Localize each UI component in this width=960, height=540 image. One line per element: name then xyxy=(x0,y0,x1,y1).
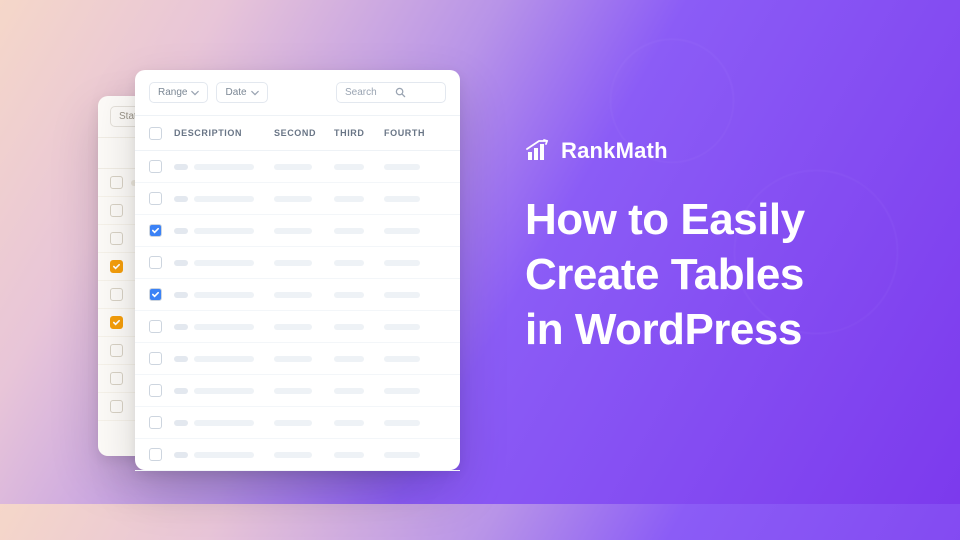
table-row[interactable] xyxy=(135,279,460,311)
table-row[interactable] xyxy=(135,215,460,247)
brand: RankMath xyxy=(525,138,805,164)
row-checkbox[interactable] xyxy=(149,256,162,269)
check-icon xyxy=(151,226,160,235)
row-checkbox[interactable] xyxy=(110,176,123,189)
row-checkbox[interactable] xyxy=(149,352,162,365)
headline-line: Create Tables xyxy=(525,247,805,302)
table-row[interactable] xyxy=(135,311,460,343)
chevron-down-icon xyxy=(251,89,259,97)
table-row[interactable] xyxy=(135,151,460,183)
data-table: DESCRIPTION SECOND THIRD FOURTH xyxy=(135,115,460,471)
row-checkbox[interactable] xyxy=(149,320,162,333)
row-checkbox-checked[interactable] xyxy=(149,224,162,237)
search-input[interactable]: Search xyxy=(336,82,446,103)
table-row[interactable] xyxy=(135,343,460,375)
date-filter-label: Date xyxy=(225,87,246,98)
brand-name: RankMath xyxy=(561,138,668,164)
row-checkbox[interactable] xyxy=(149,192,162,205)
headline: How to Easily Create Tables in WordPress xyxy=(525,192,805,357)
row-checkbox[interactable] xyxy=(110,372,123,385)
chevron-down-icon xyxy=(191,89,199,97)
check-icon xyxy=(112,262,121,271)
row-checkbox[interactable] xyxy=(149,160,162,173)
row-checkbox[interactable] xyxy=(149,416,162,429)
table-row[interactable] xyxy=(135,247,460,279)
select-all-checkbox[interactable] xyxy=(149,127,162,140)
row-checkbox[interactable] xyxy=(110,288,123,301)
search-icon xyxy=(395,87,406,98)
check-icon xyxy=(112,318,121,327)
row-checkbox[interactable] xyxy=(110,400,123,413)
row-checkbox[interactable] xyxy=(149,384,162,397)
row-checkbox-checked[interactable] xyxy=(149,288,162,301)
headline-line: in WordPress xyxy=(525,302,805,357)
row-checkbox[interactable] xyxy=(110,204,123,217)
rankmath-logo-icon xyxy=(525,138,551,164)
check-icon xyxy=(151,290,160,299)
column-header[interactable]: THIRD xyxy=(322,116,372,150)
table-row[interactable] xyxy=(135,183,460,215)
column-header[interactable]: DESCRIPTION xyxy=(162,116,262,150)
date-filter[interactable]: Date xyxy=(216,82,267,103)
headline-line: How to Easily xyxy=(525,192,805,247)
row-checkbox-checked[interactable] xyxy=(110,260,123,273)
toolbar-front: Range Date Search xyxy=(135,70,460,115)
range-filter-label: Range xyxy=(158,87,187,98)
row-checkbox-checked[interactable] xyxy=(110,316,123,329)
table-card-front: Range Date Search DESCRIPTION SECOND THI… xyxy=(135,70,460,470)
table-row[interactable] xyxy=(135,375,460,407)
range-filter[interactable]: Range xyxy=(149,82,208,103)
column-header[interactable]: FOURTH xyxy=(372,116,427,150)
search-placeholder: Search xyxy=(345,87,377,98)
row-checkbox[interactable] xyxy=(110,232,123,245)
table-row[interactable] xyxy=(135,407,460,439)
table-header: DESCRIPTION SECOND THIRD FOURTH xyxy=(135,116,460,151)
row-checkbox[interactable] xyxy=(110,344,123,357)
column-header[interactable]: SECOND xyxy=(262,116,322,150)
table-row[interactable] xyxy=(135,439,460,471)
hero-content: RankMath How to Easily Create Tables in … xyxy=(525,138,805,357)
row-checkbox[interactable] xyxy=(149,448,162,461)
